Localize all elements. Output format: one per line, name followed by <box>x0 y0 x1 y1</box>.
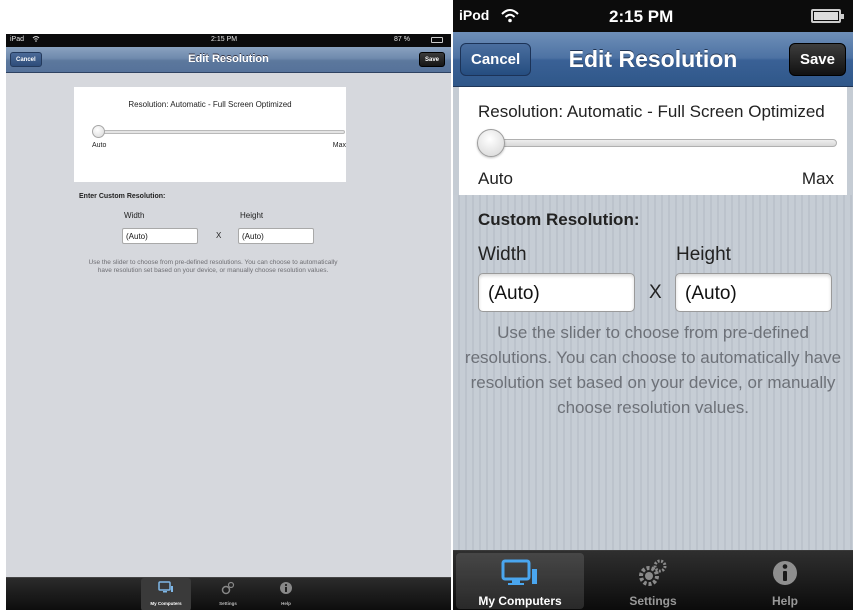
ipod-screen: iPod 2:15 PM Cancel Edit Resolution Save… <box>453 0 853 610</box>
save-button[interactable]: Save <box>788 43 846 76</box>
resolution-card: Resolution: Automatic - Full Screen Opti… <box>74 87 346 182</box>
monitor-icon <box>141 581 191 600</box>
help-text: Use the slider to choose from pre-define… <box>464 323 842 417</box>
tab-label: My Computers <box>150 601 182 606</box>
height-field[interactable]: (Auto) <box>238 228 314 244</box>
resolution-slider-track[interactable] <box>491 139 837 147</box>
width-label: Width <box>478 244 527 265</box>
resolution-label: Resolution: Automatic - Full Screen Opti… <box>478 102 825 121</box>
page-title: Edit Resolution <box>188 53 269 65</box>
tab-settings[interactable]: Settings <box>589 553 717 609</box>
monitor-icon <box>456 559 584 592</box>
info-icon <box>261 581 311 600</box>
height-label: Height <box>240 211 264 220</box>
ipad-carrier: iPad <box>10 36 25 43</box>
ipod-carrier: iPod <box>459 7 490 23</box>
slider-min-label: Auto <box>92 142 107 149</box>
resolution-label: Resolution: Automatic - Full Screen Opti… <box>128 100 292 109</box>
tab-my-computers[interactable]: My Computers <box>456 553 584 609</box>
battery-icon <box>811 9 844 23</box>
slider-max-label: Max <box>332 142 346 149</box>
custom-resolution-header: Enter Custom Resolution: <box>79 193 166 200</box>
ipod-tab-bar: My Computers Settings Help <box>453 550 853 610</box>
tab-label: My Computers <box>478 594 562 608</box>
ipad-tab-bar: My Computers Settings Help <box>6 577 451 610</box>
ipad-navbar: Cancel Edit Resolution Save <box>6 47 451 73</box>
width-field[interactable]: (Auto) <box>122 228 198 244</box>
tab-label: Settings <box>219 601 237 606</box>
ipad-status-bar: iPad 2:15 PM 87 % <box>6 34 451 47</box>
ipad-screen: iPad 2:15 PM 87 % Cancel Edit Resolution… <box>6 34 451 610</box>
ipod-status-bar: iPod 2:15 PM <box>453 0 853 32</box>
tab-label: Help <box>771 594 798 608</box>
info-icon <box>721 559 849 592</box>
tab-label: Help <box>281 601 291 606</box>
custom-resolution-header: Custom Resolution: <box>478 210 640 229</box>
ipod-navbar: Cancel Edit Resolution Save <box>453 32 853 87</box>
ipad-battery-text: 87 % <box>394 36 410 43</box>
dimension-separator: X <box>216 231 222 240</box>
resolution-card: Resolution: Automatic - Full Screen Opti… <box>459 87 847 195</box>
resolution-slider-track[interactable] <box>94 130 345 134</box>
tab-help[interactable]: Help <box>261 578 311 610</box>
tab-settings[interactable]: Settings <box>203 578 253 610</box>
height-label: Height <box>676 244 731 265</box>
wifi-icon <box>32 35 40 44</box>
tab-my-computers[interactable]: My Computers <box>141 578 191 610</box>
ipad-time: 2:15 PM <box>211 36 238 43</box>
resolution-slider-knob[interactable] <box>92 125 105 138</box>
save-button[interactable]: Save <box>418 52 445 67</box>
gear-icon <box>589 559 717 592</box>
battery-icon <box>431 37 443 43</box>
gear-icon <box>203 581 253 600</box>
dimension-separator: X <box>649 282 662 303</box>
tab-label: Settings <box>629 594 677 608</box>
resolution-slider-knob[interactable] <box>477 129 505 157</box>
help-text: Use the slider to choose from pre-define… <box>88 259 338 274</box>
ipod-time: 2:15 PM <box>609 7 674 26</box>
tab-help[interactable]: Help <box>721 553 849 609</box>
slider-max-label: Max <box>801 169 834 188</box>
slider-min-label: Auto <box>478 169 513 188</box>
width-field[interactable]: (Auto) <box>478 273 635 312</box>
wifi-icon <box>500 7 520 27</box>
height-field[interactable]: (Auto) <box>675 273 832 312</box>
width-label: Width <box>124 211 145 220</box>
